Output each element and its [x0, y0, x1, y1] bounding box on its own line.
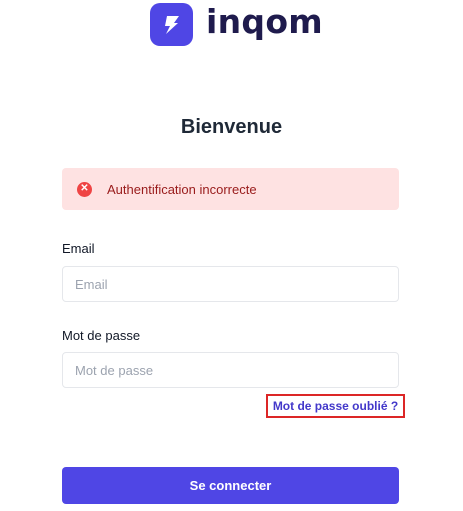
login-button[interactable]: Se connecter: [62, 467, 399, 504]
brand-name: inqom: [206, 2, 323, 41]
email-label: Email: [62, 241, 95, 256]
brand-logo: inqom: [150, 2, 323, 46]
forgot-password-link[interactable]: Mot de passe oublié ?: [266, 394, 405, 418]
error-alert: ✕ Authentification incorrecte: [62, 168, 399, 210]
password-input[interactable]: [62, 352, 399, 388]
email-input[interactable]: [62, 266, 399, 302]
page-title: Bienvenue: [180, 116, 283, 138]
lightning-bolt-icon: [150, 3, 193, 46]
alert-message: Authentification incorrecte: [107, 181, 257, 197]
error-x-icon: ✕: [77, 181, 92, 197]
password-label: Mot de passe: [62, 328, 141, 343]
